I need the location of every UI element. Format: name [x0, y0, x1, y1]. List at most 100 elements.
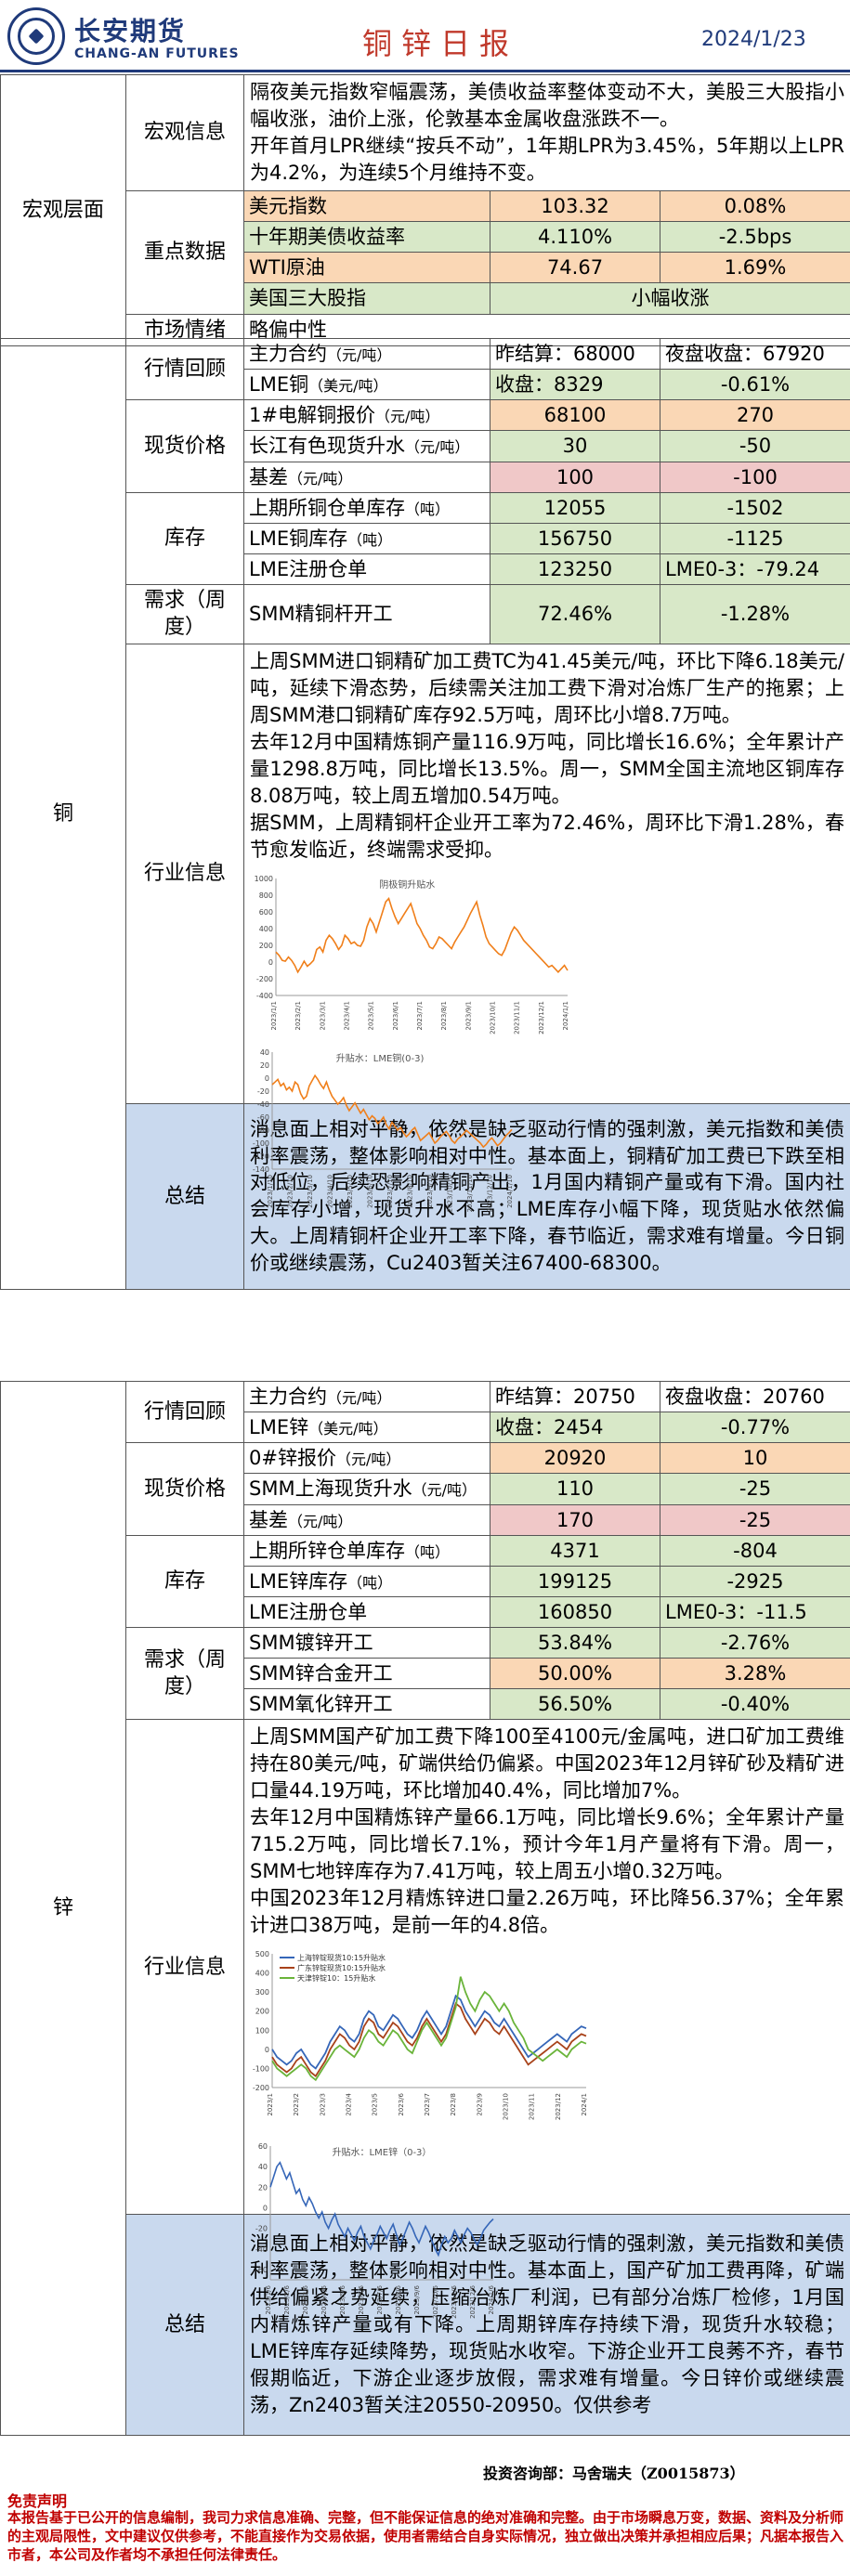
- chart-title: 升贴水：LME锌（0-3）: [333, 2146, 432, 2158]
- x-tick-label: 2023/4/1: [344, 1001, 351, 1030]
- stock-change: -2925: [660, 1565, 850, 1597]
- lme-change: -0.61%: [660, 369, 850, 401]
- company-name-cn: 长安期货: [74, 16, 187, 46]
- y-tick-label: -60: [255, 2266, 268, 2274]
- zinc-industry-label: 行业信息: [125, 1719, 244, 2216]
- macro-info-text: 隔夜美元指数窄幅震荡，美债收益率整体变动不大，美股三大股指小幅收涨，油价上涨，伦…: [242, 74, 850, 191]
- prev-settle: 昨结算：68000: [490, 337, 660, 371]
- copper-industry-text: 上周SMM进口铜精矿加工费TC为41.45美元/吨，环比下降6.18美元/吨，延…: [250, 649, 844, 861]
- x-tick-label: 2023/12/6: [469, 2285, 477, 2319]
- stock-change: LME0-3：-79.24: [660, 553, 850, 586]
- stock-name: LME铜库存（吨）: [243, 522, 490, 554]
- y-tick-label: 1000: [255, 875, 273, 883]
- y-tick-label: -80: [257, 1126, 269, 1135]
- x-tick-label: 2023/10: [503, 2093, 510, 2120]
- copper-stock-label: 库存: [125, 491, 244, 586]
- zinc-lme-spread-chart: 60 40 20 0 -20 -40 -60 2023/1/6 2023/2/6 2023/3/6…: [248, 2140, 499, 2333]
- chart-title: 升贴水：LME铜(0-3): [336, 1052, 425, 1064]
- y-tick-label: -200: [253, 2084, 269, 2092]
- series-line: [271, 1073, 513, 1149]
- zinc-stock-label: 库存: [125, 1534, 244, 1629]
- x-tick-label: 2023/9/1: [464, 1001, 472, 1030]
- x-tick-label: 2023/1: [267, 2093, 274, 2116]
- x-tick-label: 2023/7: [424, 2093, 431, 2116]
- y-tick-label: 40: [260, 1048, 269, 1057]
- y-tick-label: -20: [257, 1087, 269, 1096]
- spot-value: 30: [490, 430, 660, 462]
- stock-change: -1502: [660, 491, 850, 524]
- key-data-value: 4.110%: [490, 221, 660, 254]
- y-tick-label: 500: [255, 1950, 269, 1958]
- company-name-en: CHANG-AN FUTURES: [74, 46, 240, 61]
- stock-value: 12055: [490, 491, 660, 524]
- disclaimer-text: 本报告基于已公开的信息编制，我司力求信息准确、完整，但不能保证信息的绝对准确和完…: [7, 2509, 844, 2563]
- y-tick-label: 0: [268, 958, 273, 967]
- x-tick-label: 2023/12/10: [487, 1175, 494, 1212]
- x-tick-label: 2024/1/6: [488, 2285, 495, 2315]
- spot-value: 170: [490, 1503, 660, 1536]
- demand-change: -2.76%: [660, 1626, 850, 1659]
- zinc-industry-text: 上周SMM国产矿加工费下降100至4100元/金属吨，进口矿加工费维持在80美元…: [250, 1725, 844, 1937]
- night-close: 夜盘收盘：20760: [660, 1380, 850, 1413]
- stock-value: 123250: [490, 553, 660, 586]
- x-tick-label: 2023/11/10: [466, 1175, 474, 1212]
- x-tick-label: 2023/4/6: [320, 2285, 328, 2315]
- x-tick-label: 2023/11/6: [451, 2285, 458, 2319]
- y-tick-label: 200: [255, 2008, 269, 2016]
- x-tick-label: 2023/6/6: [358, 2285, 365, 2315]
- zinc-spot-label: 现货价格: [125, 1442, 244, 1536]
- copper-lme-spread-chart: 40 20 0 -20 -40 -60 -80 -100 -120 -140 2023/1/10 20…: [248, 1047, 517, 1220]
- y-tick-label: 20: [258, 2184, 268, 2192]
- key-data-value: 小幅收涨: [489, 282, 850, 315]
- x-tick-label: 2023/6/10: [367, 1175, 374, 1208]
- zinc-industry-cell: 上周SMM国产矿加工费下降100至4100元/金属吨，进口矿加工费维持在80美元…: [243, 1719, 850, 2319]
- x-tick-label: 2023/1/6: [265, 2285, 272, 2315]
- legend-label: 天津锌锭10：15升贴水: [297, 1973, 375, 1983]
- stock-name: LME注册仓单: [243, 1595, 490, 1629]
- lme-close: 收盘：8329: [490, 369, 660, 401]
- x-tick-label: 2023/10/6: [432, 2285, 439, 2319]
- series-line: [275, 896, 569, 974]
- demand-name: SMM精铜杆开工: [243, 584, 490, 644]
- spot-change: -100: [660, 461, 850, 493]
- x-tick-label: 2023/9/10: [426, 1175, 434, 1208]
- spot-change: -25: [660, 1473, 850, 1505]
- x-tick-label: 2023/3/6: [302, 2285, 309, 2315]
- y-tick-label: -60: [257, 1113, 269, 1122]
- y-tick-label: 400: [255, 1970, 269, 1978]
- analyst-contact: 投资咨询部：马舍瑞夫（Z0015873）: [483, 2465, 745, 2482]
- demand-value: 56.50%: [490, 1688, 660, 1721]
- key-data-value: 103.32: [490, 189, 660, 223]
- y-tick-label: 40: [258, 2163, 268, 2171]
- x-tick-label: 2023/11/1: [514, 1001, 521, 1034]
- spot-value: 20920: [490, 1442, 660, 1475]
- x-tick-label: 2023/9: [476, 2093, 483, 2116]
- x-tick-label: 2023/8/10: [407, 1175, 414, 1208]
- stock-change: -804: [660, 1534, 850, 1567]
- key-data-name: 美国三大股指: [243, 282, 490, 315]
- y-tick-label: 200: [259, 942, 273, 950]
- x-tick-label: 2023/3: [319, 2093, 326, 2116]
- key-data-name: WTI原油: [243, 252, 490, 284]
- x-tick-label: 2023/9/6: [413, 2285, 421, 2315]
- x-tick-label: 2024/1/10: [506, 1175, 514, 1208]
- y-tick-label: -40: [257, 1100, 269, 1109]
- x-tick-label: 2023/8: [450, 2093, 457, 2116]
- spot-name: 基差（元/吨）: [243, 1503, 490, 1536]
- copper-industry-label: 行业信息: [125, 643, 244, 1104]
- spot-name: 长江有色现货升水（元/吨）: [243, 430, 490, 462]
- zinc-charts: 500 400 300 200 100 0 -100 -200 2023/1 2023/2 2023…: [244, 1943, 850, 2319]
- demand-name: SMM锌合金开工: [243, 1658, 490, 1690]
- spot-change: -25: [660, 1503, 850, 1536]
- x-tick-label: 2023/7/6: [376, 2285, 384, 2315]
- legend-label: 上海锌锭现货10:15升贴水: [297, 1953, 386, 1962]
- stock-name: 上期所铜仓单库存（吨）: [243, 491, 490, 524]
- y-tick-label: -120: [253, 1152, 269, 1161]
- demand-value: 50.00%: [490, 1658, 660, 1690]
- prev-settle: 昨结算：20750: [490, 1380, 660, 1413]
- spot-value: 110: [490, 1473, 660, 1505]
- x-tick-label: 2023/7/1: [416, 1001, 424, 1030]
- x-tick-label: 2023/11: [529, 2093, 536, 2120]
- demand-change: 3.28%: [660, 1658, 850, 1690]
- y-tick-label: 0: [263, 2205, 268, 2213]
